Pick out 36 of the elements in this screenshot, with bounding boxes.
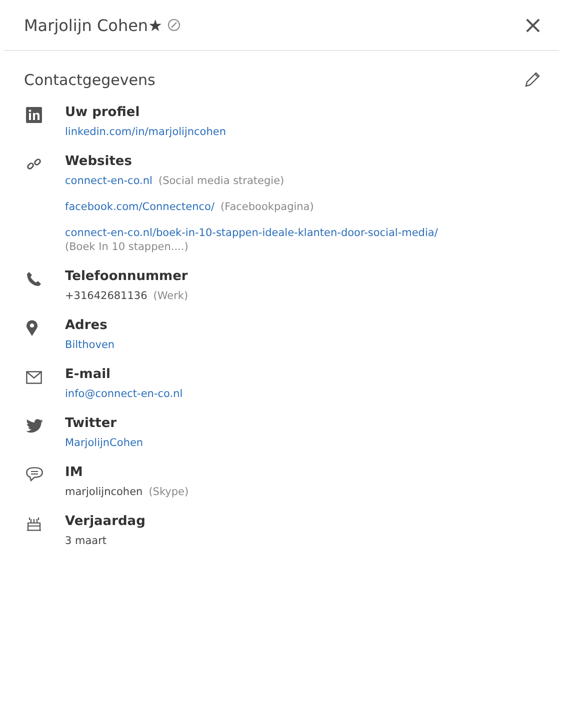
link[interactable]: MarjolijnCohen bbox=[65, 437, 144, 449]
value-note: (Boek In 10 stappen....) bbox=[65, 241, 190, 253]
field-label: Uw profiel bbox=[65, 105, 141, 120]
value-note: (Social media strategie) bbox=[158, 175, 284, 187]
link[interactable]: Bilthoven bbox=[65, 339, 115, 351]
link[interactable]: facebook.com/Connectenco/ bbox=[65, 201, 215, 213]
close-button[interactable]: × bbox=[520, 11, 545, 39]
linkedin-icon bbox=[26, 107, 42, 123]
section-title: Contactgegevens bbox=[24, 71, 156, 89]
link[interactable]: linkedin.com/in/marjolijncohen bbox=[65, 126, 226, 138]
map-pin-icon bbox=[26, 320, 38, 336]
field-label: Verjaardag bbox=[65, 514, 146, 529]
field-label: Adres bbox=[65, 318, 108, 333]
value-note: (Werk) bbox=[153, 290, 188, 302]
contact-name: Marjolijn Cohen★ bbox=[24, 16, 162, 34]
speech-bubble-icon bbox=[26, 467, 43, 482]
circle-badge-icon bbox=[167, 18, 182, 32]
value-note: (Facebookpagina) bbox=[220, 201, 314, 213]
cake-icon bbox=[26, 516, 42, 531]
value-note: (Skype) bbox=[148, 486, 189, 498]
envelope-icon bbox=[26, 371, 42, 384]
link[interactable]: info@connect-en-co.nl bbox=[65, 388, 183, 400]
field-label: E-mail bbox=[65, 367, 112, 382]
phone-icon bbox=[26, 271, 42, 287]
field-value: 3 maart bbox=[65, 535, 107, 547]
field-label: Twitter bbox=[65, 416, 118, 431]
field-label: Websites bbox=[65, 154, 133, 169]
field-label: Telefoonnummer bbox=[65, 269, 188, 284]
edit-icon[interactable] bbox=[523, 71, 541, 89]
field-value: marjolijncohen bbox=[65, 486, 143, 498]
field-value: +31642681136 bbox=[65, 290, 148, 302]
chain-link-icon bbox=[26, 156, 42, 172]
bird-icon bbox=[26, 419, 43, 433]
link[interactable]: connect-en-co.nl bbox=[65, 175, 152, 187]
link[interactable]: connect-en-co.nl/boek-in-10-stappen-ideale-klanten-door-social-media/ bbox=[65, 227, 438, 239]
field-label: IM bbox=[65, 465, 84, 480]
